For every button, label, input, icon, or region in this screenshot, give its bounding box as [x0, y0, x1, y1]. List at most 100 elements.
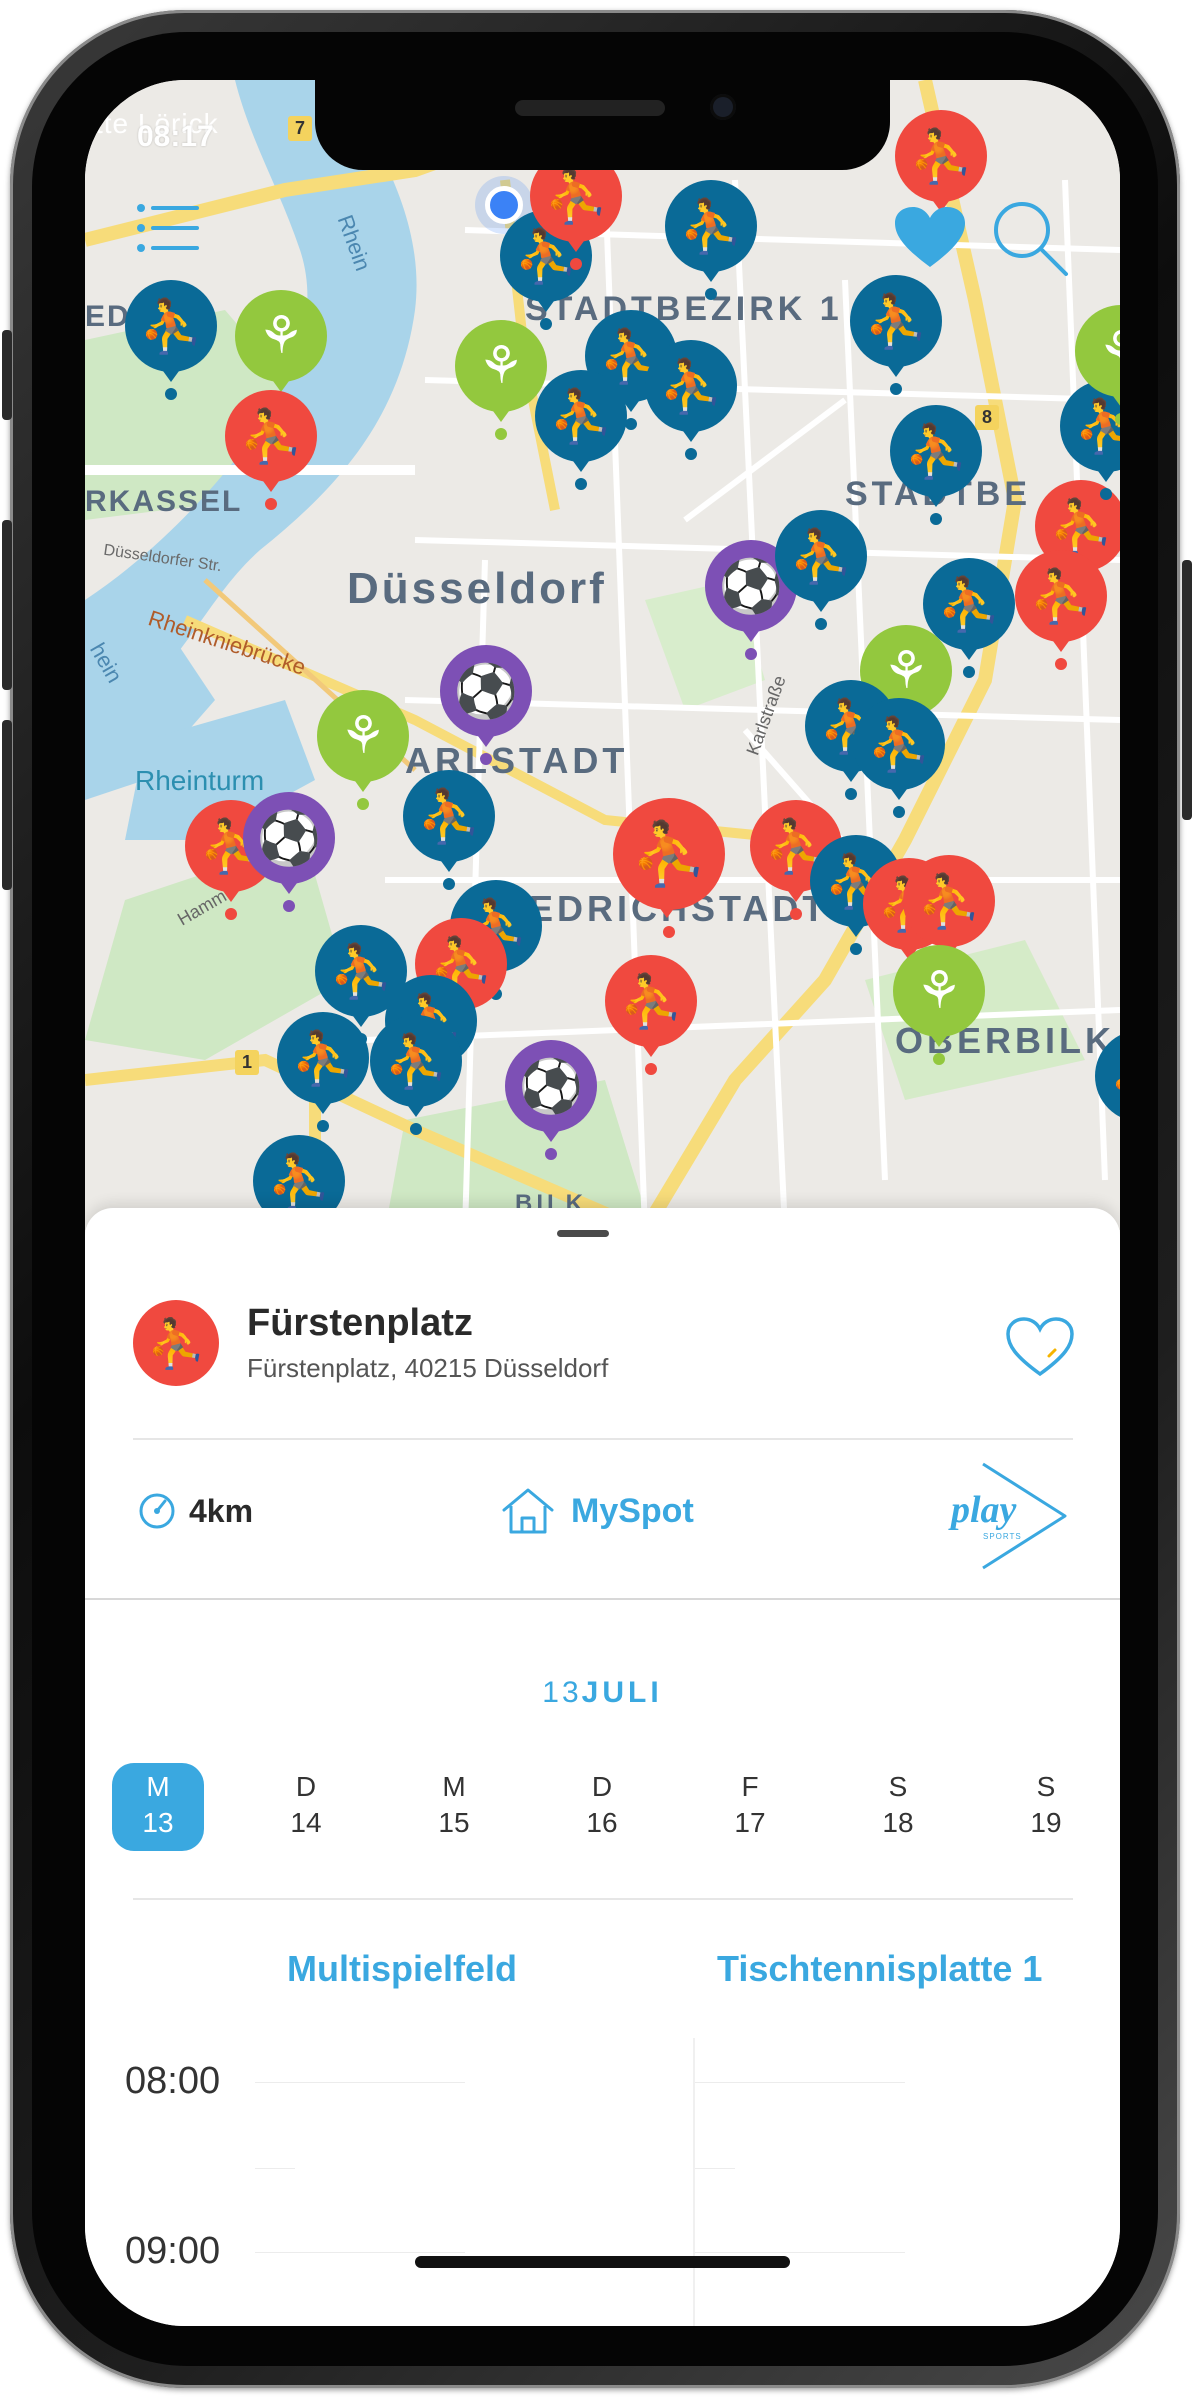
basketball-icon: ⛹ [613, 798, 725, 910]
mute-switch [2, 330, 12, 420]
menu-icon [137, 204, 199, 252]
map-pin-football[interactable]: ⚽ [505, 1040, 597, 1160]
map-pin-table-tennis[interactable]: ⛹ [853, 698, 945, 818]
basketball-icon: ⛹ [605, 955, 697, 1047]
table-tennis-icon: ⛹ [370, 1015, 462, 1107]
day-letter: M [442, 1771, 466, 1802]
map-pin-football[interactable]: ⚽ [440, 645, 532, 765]
map-pin-table-tennis[interactable]: ⛹ [850, 275, 942, 395]
day-number: 19 [1030, 1807, 1062, 1838]
basketball-icon: ⛹ [1015, 550, 1107, 642]
map-pin-table-tennis[interactable]: ⛹ [645, 340, 737, 460]
football-icon: ⚽ [243, 792, 335, 884]
map-pin-table-tennis[interactable]: ⛹ [775, 510, 867, 630]
table-tennis-icon: ⛹ [665, 180, 757, 272]
map-pin-basketball[interactable]: ⛹ [225, 390, 317, 510]
basketball-icon: ⛹ [133, 1300, 219, 1386]
table-tennis-icon: ⛹ [645, 340, 737, 432]
map-pin-basketball[interactable]: ⛹ [1015, 550, 1107, 670]
road-shield-1: 1 [235, 1050, 260, 1075]
map-pin-football[interactable]: ⚽ [243, 792, 335, 912]
home-indicator[interactable] [415, 2256, 790, 2268]
day-selector-fri[interactable]: F 17 [704, 1763, 796, 1851]
map-pin-table-tennis[interactable]: ⛹ [403, 770, 495, 890]
map-pin-table-tennis[interactable]: ⛹ [665, 180, 757, 300]
time-slot-line [695, 2168, 735, 2169]
map-view[interactable]: tte Lörick EDE STADTBEZIRK 1 STADTBE RKA… [85, 80, 1120, 1255]
table-tennis-icon: ⛹ [403, 770, 495, 862]
map-pin-table-tennis[interactable]: ⛹ [1095, 1030, 1120, 1150]
calendar-day-number: 13 [542, 1676, 582, 1709]
favorites-button[interactable] [893, 205, 967, 269]
court-tab-multispielfeld[interactable]: Multispielfeld [287, 1948, 517, 1990]
map-pin-basketball[interactable]: ⛹ [605, 955, 697, 1075]
day-selector-tue[interactable]: D 14 [260, 1763, 352, 1851]
day-letter: M [146, 1771, 170, 1802]
day-selector-mon[interactable]: M 13 [112, 1763, 204, 1851]
status-time: 08:17 [137, 120, 214, 153]
divider [85, 1598, 1120, 1600]
distance-icon [137, 1491, 177, 1536]
map-pin-fitness[interactable]: ⚘ [455, 320, 547, 440]
fitness-icon: ⚘ [317, 690, 409, 782]
basketball-icon: ⛹ [225, 390, 317, 482]
spot-address: Fürstenplatz, 40215 Düsseldorf [247, 1353, 609, 1383]
table-tennis-icon: ⛹ [775, 510, 867, 602]
time-slot-line [255, 2252, 465, 2253]
search-icon [994, 202, 1068, 276]
volume-down-button [2, 720, 12, 890]
day-selector-thu[interactable]: D 16 [556, 1763, 648, 1851]
map-pin-table-tennis[interactable]: ⛹ [277, 1012, 369, 1132]
map-pin-fitness[interactable]: ⚘ [893, 945, 985, 1065]
map-pin-fitness[interactable]: ⚘ [1075, 305, 1120, 425]
day-number: 15 [438, 1807, 470, 1838]
time-slot-line [255, 2082, 465, 2083]
search-button[interactable] [990, 198, 1070, 278]
basketball-icon: ⛹ [903, 855, 995, 947]
day-number: 18 [882, 1807, 914, 1838]
map-pin-table-tennis[interactable]: ⛹ [535, 370, 627, 490]
time-slot-line [255, 2168, 295, 2169]
table-tennis-icon: ⛹ [277, 1012, 369, 1104]
table-tennis-icon: ⛹ [535, 370, 627, 462]
map-pin-table-tennis[interactable]: ⛹ [125, 280, 217, 400]
day-selector-sun[interactable]: S 19 [1000, 1763, 1092, 1851]
fitness-icon: ⚘ [1075, 305, 1120, 397]
day-selector-sat[interactable]: S 18 [852, 1763, 944, 1851]
time-slot-line [695, 2252, 905, 2253]
menu-button[interactable] [135, 200, 199, 258]
court-tab-tischtennisplatte[interactable]: Tischtennisplatte 1 [717, 1948, 1042, 1990]
myspot-button[interactable]: MySpot [571, 1492, 694, 1531]
day-letter: S [888, 1771, 908, 1802]
front-camera [710, 94, 736, 120]
day-selector-wed[interactable]: M 15 [408, 1763, 500, 1851]
day-number: 14 [290, 1807, 322, 1838]
day-number: 16 [586, 1807, 618, 1838]
table-tennis-icon: ⛹ [1095, 1030, 1120, 1122]
heart-outline-icon [1006, 1317, 1074, 1377]
favorite-button[interactable] [1005, 1316, 1075, 1383]
map-pin-table-tennis[interactable]: ⛹ [370, 1015, 462, 1135]
day-letter: F [741, 1771, 759, 1802]
play-sports-logo[interactable]: play SPORTS [943, 1456, 1073, 1581]
fitness-icon: ⚘ [893, 945, 985, 1037]
map-label-kassel: RKASSEL [85, 485, 243, 518]
spot-title: Fürstenplatz [247, 1302, 473, 1344]
fitness-icon: ⚘ [455, 320, 547, 412]
time-label: 09:00 [125, 2230, 221, 2272]
sheet-grabber[interactable] [557, 1230, 609, 1237]
road-shield-7: 7 [288, 116, 313, 141]
map-label-duesseldorf: Düsseldorf [347, 564, 607, 613]
play-logo-subtext: SPORTS [983, 1532, 1022, 1541]
football-icon: ⚽ [440, 645, 532, 737]
map-pin-basketball[interactable]: ⛹ [613, 798, 725, 938]
play-logo-text: play [951, 1489, 1017, 1531]
table-tennis-icon: ⛹ [850, 275, 942, 367]
fitness-icon: ⚘ [235, 290, 327, 382]
map-pin-table-tennis[interactable]: ⛹ [890, 405, 982, 525]
notch [315, 80, 890, 170]
home-icon[interactable] [500, 1486, 556, 1541]
spot-detail-sheet[interactable]: ⛹ Fürstenplatz Fürstenplatz, 40215 Düsse… [85, 1208, 1120, 2326]
volume-up-button [2, 520, 12, 690]
basketball-icon: ⛹ [895, 110, 987, 202]
